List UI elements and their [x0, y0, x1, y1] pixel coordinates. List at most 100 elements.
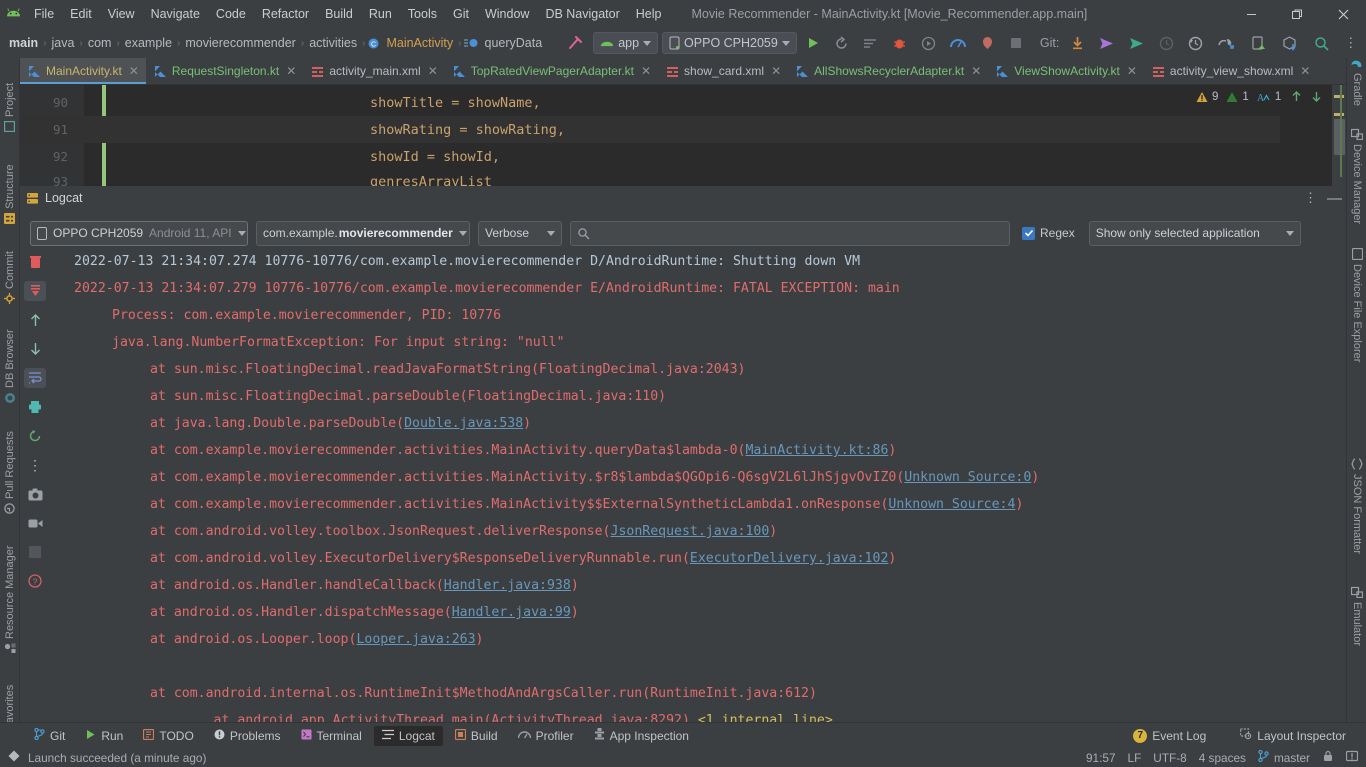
apply-changes-icon[interactable]: [834, 35, 849, 51]
avd-manager-icon[interactable]: [1251, 35, 1266, 51]
menu-view[interactable]: View: [100, 4, 143, 24]
profiler-icon[interactable]: [949, 36, 966, 51]
screen-record-icon[interactable]: [24, 513, 46, 533]
tool-button-event-log[interactable]: 7 Event Log: [1125, 726, 1214, 746]
regex-checkbox[interactable]: [1022, 226, 1035, 240]
log-source-link[interactable]: Looper.java:263: [356, 632, 475, 647]
breadcrumb-com[interactable]: com: [85, 35, 115, 51]
tool-button-terminal[interactable]: Terminal: [293, 726, 370, 746]
tab-close-icon[interactable]: ✕: [426, 64, 438, 78]
menu-build[interactable]: Build: [317, 4, 361, 24]
inspection-marker[interactable]: [1334, 113, 1344, 116]
tool-button-problems[interactable]: Problems: [206, 726, 289, 746]
device-selector[interactable]: OPPO CPH2059: [662, 32, 797, 54]
down-icon[interactable]: [24, 339, 46, 359]
log-folded-label[interactable]: <1 internal line>: [698, 713, 833, 722]
file-encoding[interactable]: UTF-8: [1153, 751, 1186, 765]
maximize-restore-button[interactable]: [1274, 0, 1320, 28]
tool-button-app-inspection[interactable]: App Inspection: [586, 725, 697, 746]
sidebar-item-gradle[interactable]: Gradle: [1347, 58, 1366, 128]
menu-window[interactable]: Window: [477, 4, 537, 24]
log-source-link[interactable]: Handler.java:99: [452, 605, 571, 620]
log-source-link[interactable]: Double.java:538: [404, 416, 523, 431]
tool-button-build[interactable]: Build: [447, 726, 506, 746]
up-icon[interactable]: [24, 310, 46, 330]
tool-button-todo[interactable]: TODO: [135, 726, 201, 746]
breadcrumb-example[interactable]: example: [122, 35, 175, 51]
soft-wrap-icon[interactable]: [24, 368, 46, 388]
tab-mainactivity-kt[interactable]: MainActivity.kt ✕: [20, 58, 146, 84]
arrow-up-icon[interactable]: [1290, 90, 1303, 103]
tab-activity-view-show-xml[interactable]: activity_view_show.xml ✕: [1144, 58, 1317, 84]
git-branch-widget[interactable]: master: [1258, 749, 1310, 765]
run-coverage-icon[interactable]: [921, 36, 936, 51]
tab-close-icon[interactable]: ✕: [769, 64, 781, 78]
sidebar-item-resource-manager[interactable]: Resource Manager: [0, 514, 20, 654]
more-options-icon[interactable]: ⋮: [1304, 190, 1317, 206]
notifications-icon[interactable]: [1345, 750, 1359, 765]
more-icon[interactable]: ⋮: [24, 455, 46, 475]
log-source-link[interactable]: Handler.java:938: [444, 578, 571, 593]
menu-run[interactable]: Run: [361, 4, 400, 24]
inspection-marker[interactable]: [1334, 95, 1344, 98]
sidebar-item-pull-requests[interactable]: Pull Requests: [0, 404, 20, 514]
sidebar-item-project[interactable]: Project: [0, 58, 20, 133]
more-icon[interactable]: ⋮: [1344, 35, 1357, 51]
read-only-lock-icon[interactable]: [1322, 750, 1334, 765]
menu-code[interactable]: Code: [208, 4, 254, 24]
caret-position[interactable]: 91:57: [1086, 751, 1116, 765]
tab-topratedviewpageradapter-kt[interactable]: TopRatedViewPagerAdapter.kt ✕: [445, 58, 658, 84]
menu-file[interactable]: File: [26, 4, 62, 24]
sidebar-item-device-file-explorer[interactable]: Device File Explorer: [1347, 247, 1366, 398]
line-separator[interactable]: LF: [1128, 751, 1142, 765]
apply-code-changes-icon[interactable]: [863, 36, 878, 51]
tool-button-layout-inspector[interactable]: Layout Inspector: [1232, 725, 1354, 746]
tool-button-logcat[interactable]: Logcat: [373, 725, 443, 746]
log-source-link[interactable]: Unknown Source:4: [888, 497, 1015, 512]
breadcrumb-movierecommender[interactable]: movierecommender: [182, 35, 298, 51]
menu-tools[interactable]: Tools: [400, 4, 445, 24]
logcat-process-selector[interactable]: com.example. movierecommender: [256, 220, 470, 246]
indent-setting[interactable]: 4 spaces: [1199, 751, 1246, 765]
log-source-link[interactable]: Unknown Source:0: [904, 470, 1031, 485]
sidebar-item-commit[interactable]: Commit: [0, 224, 20, 304]
tab-allshowsrecycleradapter-kt[interactable]: AllShowsRecyclerAdapter.kt ✕: [788, 58, 988, 84]
tool-button-run[interactable]: Run: [77, 726, 131, 746]
menu-refactor[interactable]: Refactor: [254, 4, 317, 24]
breadcrumb-mainactivity[interactable]: MainActivity: [383, 35, 456, 51]
help-icon[interactable]: ?: [24, 571, 46, 591]
push-icon[interactable]: [1129, 36, 1145, 51]
tab-close-icon[interactable]: ✕: [1298, 64, 1310, 78]
clear-logcat-icon[interactable]: [24, 252, 46, 272]
logcat-level-selector[interactable]: Verbose: [478, 220, 562, 246]
commit-icon[interactable]: [1099, 36, 1115, 51]
breadcrumb-querydata[interactable]: queryData: [482, 35, 546, 51]
tab-viewshowactivity-kt[interactable]: ViewShowActivity.kt ✕: [988, 58, 1144, 84]
sidebar-item-device-manager[interactable]: Device Manager: [1347, 128, 1366, 248]
tab-close-icon[interactable]: ✕: [639, 64, 651, 78]
update-project-icon[interactable]: [1070, 36, 1085, 51]
inspection-summary[interactable]: 9 1 A 1: [1196, 90, 1323, 103]
menu-git[interactable]: Git: [445, 4, 477, 24]
code-editor[interactable]: 90 showTitle = showName, 91 showRating =…: [20, 85, 1346, 186]
debug-icon[interactable]: [892, 36, 907, 51]
tool-button-git[interactable]: Git: [26, 725, 73, 746]
tool-button-profiler[interactable]: Profiler: [510, 726, 582, 746]
minimize-button[interactable]: [1228, 0, 1274, 28]
tab-show-card-xml[interactable]: show_card.xml ✕: [658, 58, 788, 84]
breadcrumb-java[interactable]: java: [49, 35, 78, 51]
menu-edit[interactable]: Edit: [62, 4, 100, 24]
hammer-icon[interactable]: [567, 35, 583, 51]
arrow-down-icon[interactable]: [1310, 90, 1323, 103]
history-icon[interactable]: [1188, 36, 1203, 51]
tab-requestsingleton-kt[interactable]: RequestSingleton.kt ✕: [146, 58, 303, 84]
screenshot-icon[interactable]: [24, 484, 46, 504]
sidebar-item-structure[interactable]: Structure: [0, 132, 20, 224]
log-source-link[interactable]: ExecutorDelivery.java:102: [690, 551, 889, 566]
logcat-device-selector[interactable]: OPPO CPH2059 Android 11, API: [30, 220, 248, 246]
sidebar-item-db-browser[interactable]: DB Browser: [0, 304, 20, 404]
tab-close-icon[interactable]: ✕: [1125, 64, 1137, 78]
logcat-search-box[interactable]: [570, 220, 1010, 246]
breadcrumb-activities[interactable]: activities: [306, 35, 360, 51]
logcat-regex-toggle[interactable]: Regex: [1022, 226, 1075, 240]
